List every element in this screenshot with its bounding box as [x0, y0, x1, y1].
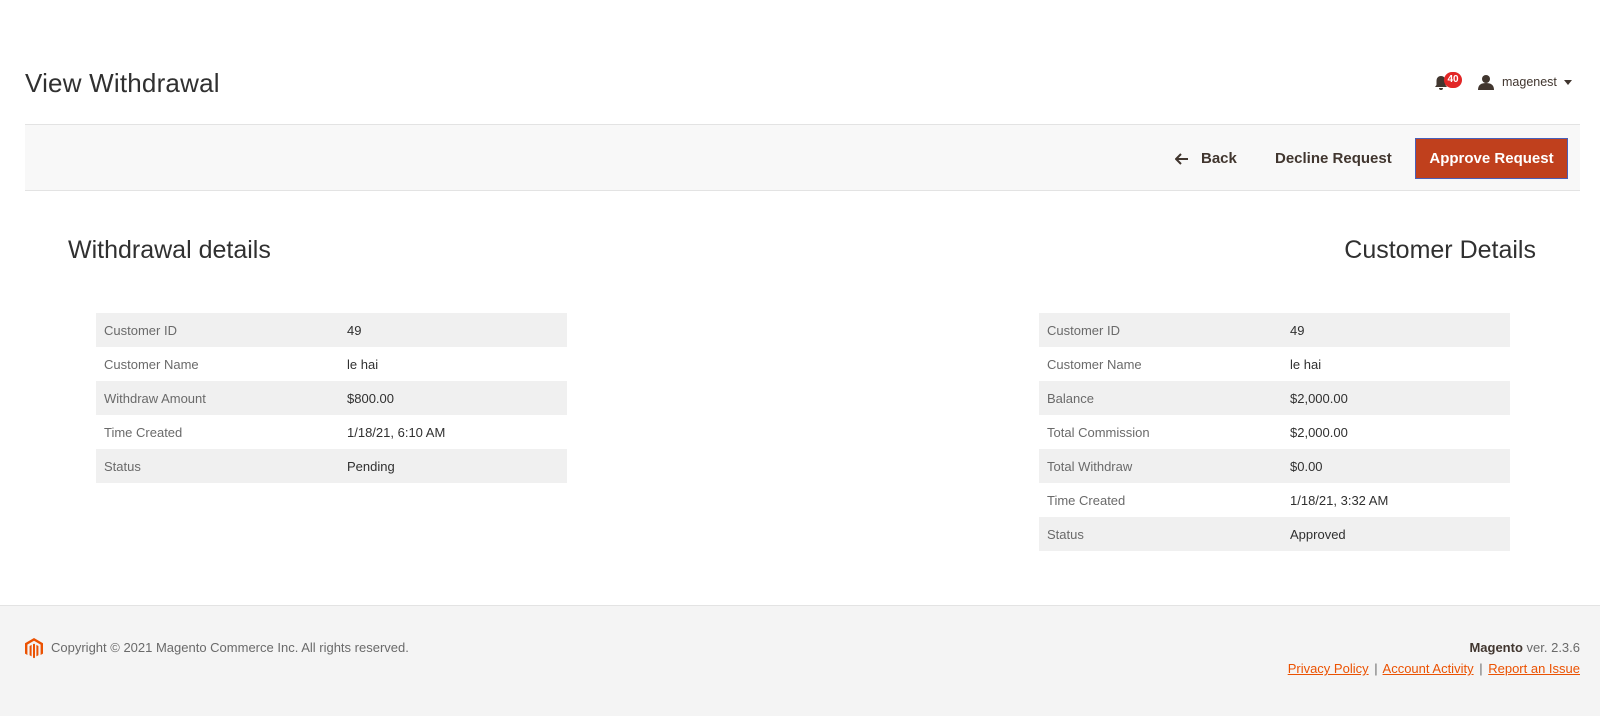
- approve-request-button[interactable]: Approve Request: [1415, 138, 1568, 179]
- user-menu[interactable]: magenest: [1478, 72, 1572, 92]
- table-row: Customer ID 49: [1039, 313, 1510, 347]
- notifications-button[interactable]: 40: [1430, 72, 1462, 94]
- table-row: Status Approved: [1039, 517, 1510, 551]
- row-label: Customer Name: [1047, 356, 1142, 372]
- row-value: le hai: [1290, 356, 1322, 372]
- magento-logo-icon: [25, 638, 43, 659]
- row-label: Total Commission: [1047, 424, 1150, 440]
- row-value: $2,000.00: [1282, 381, 1510, 415]
- page-actions-bar: Back Decline Request Approve Request: [25, 124, 1580, 191]
- back-button-label: Back: [1201, 150, 1237, 167]
- account-activity-link[interactable]: Account Activity: [1383, 661, 1474, 676]
- table-row: Customer Name le hai: [1039, 347, 1510, 381]
- row-label: Balance: [1039, 381, 1282, 415]
- row-value: $0.00: [1282, 449, 1510, 483]
- table-row: Status Pending: [96, 449, 567, 483]
- footer-links: Privacy Policy | Account Activity | Repo…: [1288, 661, 1580, 676]
- table-row: Time Created 1/18/21, 3:32 AM: [1039, 483, 1510, 517]
- row-value: Approved: [1282, 517, 1510, 551]
- row-value: Pending: [339, 449, 567, 483]
- row-label: Time Created: [104, 424, 183, 440]
- report-issue-link[interactable]: Report an Issue: [1488, 661, 1580, 676]
- withdrawal-details-title: Withdrawal details: [68, 236, 271, 264]
- table-row: Balance $2,000.00: [1039, 381, 1510, 415]
- row-label: Customer ID: [1039, 313, 1282, 347]
- copyright-text: Copyright © 2021 Magento Commerce Inc. A…: [51, 640, 409, 655]
- version-text: ver. 2.3.6: [1522, 640, 1580, 655]
- customer-details-table: Customer ID 49 Customer Name le hai Bala…: [1039, 313, 1510, 551]
- privacy-policy-link[interactable]: Privacy Policy: [1288, 661, 1369, 676]
- page-title: View Withdrawal: [25, 68, 220, 98]
- row-label: Status: [1039, 517, 1282, 551]
- row-value: $2,000.00: [1290, 424, 1348, 440]
- caret-down-icon: [1563, 79, 1572, 85]
- link-separator: |: [1479, 661, 1483, 676]
- row-value: 1/18/21, 3:32 AM: [1290, 492, 1389, 508]
- table-row: Time Created 1/18/21, 6:10 AM: [96, 415, 567, 449]
- table-row: Total Withdraw $0.00: [1039, 449, 1510, 483]
- arrow-left-icon: [1175, 152, 1188, 165]
- link-separator: |: [1374, 661, 1378, 676]
- page-header: View Withdrawal 40 magenest: [0, 0, 1600, 124]
- row-label: Customer ID: [96, 313, 339, 347]
- table-row: Customer ID 49: [96, 313, 567, 347]
- back-button[interactable]: Back: [1175, 138, 1237, 179]
- table-row: Withdraw Amount $800.00: [96, 381, 567, 415]
- table-row: Customer Name le hai: [96, 347, 567, 381]
- row-value: 49: [1282, 313, 1510, 347]
- row-value: $800.00: [339, 381, 567, 415]
- version-info: Magento ver. 2.3.6: [1469, 640, 1580, 655]
- withdrawal-details-table: Customer ID 49 Customer Name le hai With…: [96, 313, 567, 483]
- user-icon: [1478, 75, 1494, 90]
- customer-details-title: Customer Details: [1344, 236, 1536, 264]
- row-value: 49: [339, 313, 567, 347]
- row-label: Withdraw Amount: [96, 381, 339, 415]
- decline-request-button[interactable]: Decline Request: [1275, 138, 1392, 179]
- row-label: Customer Name: [104, 356, 199, 372]
- table-row: Total Commission $2,000.00: [1039, 415, 1510, 449]
- row-label: Status: [96, 449, 339, 483]
- user-name: magenest: [1502, 75, 1557, 89]
- brand-name: Magento: [1469, 640, 1523, 655]
- row-value: 1/18/21, 6:10 AM: [347, 424, 446, 440]
- page-footer: Copyright © 2021 Magento Commerce Inc. A…: [0, 605, 1600, 716]
- notification-count-badge: 40: [1444, 72, 1462, 88]
- row-label: Time Created: [1047, 492, 1126, 508]
- row-value: le hai: [347, 356, 379, 372]
- row-label: Total Withdraw: [1039, 449, 1282, 483]
